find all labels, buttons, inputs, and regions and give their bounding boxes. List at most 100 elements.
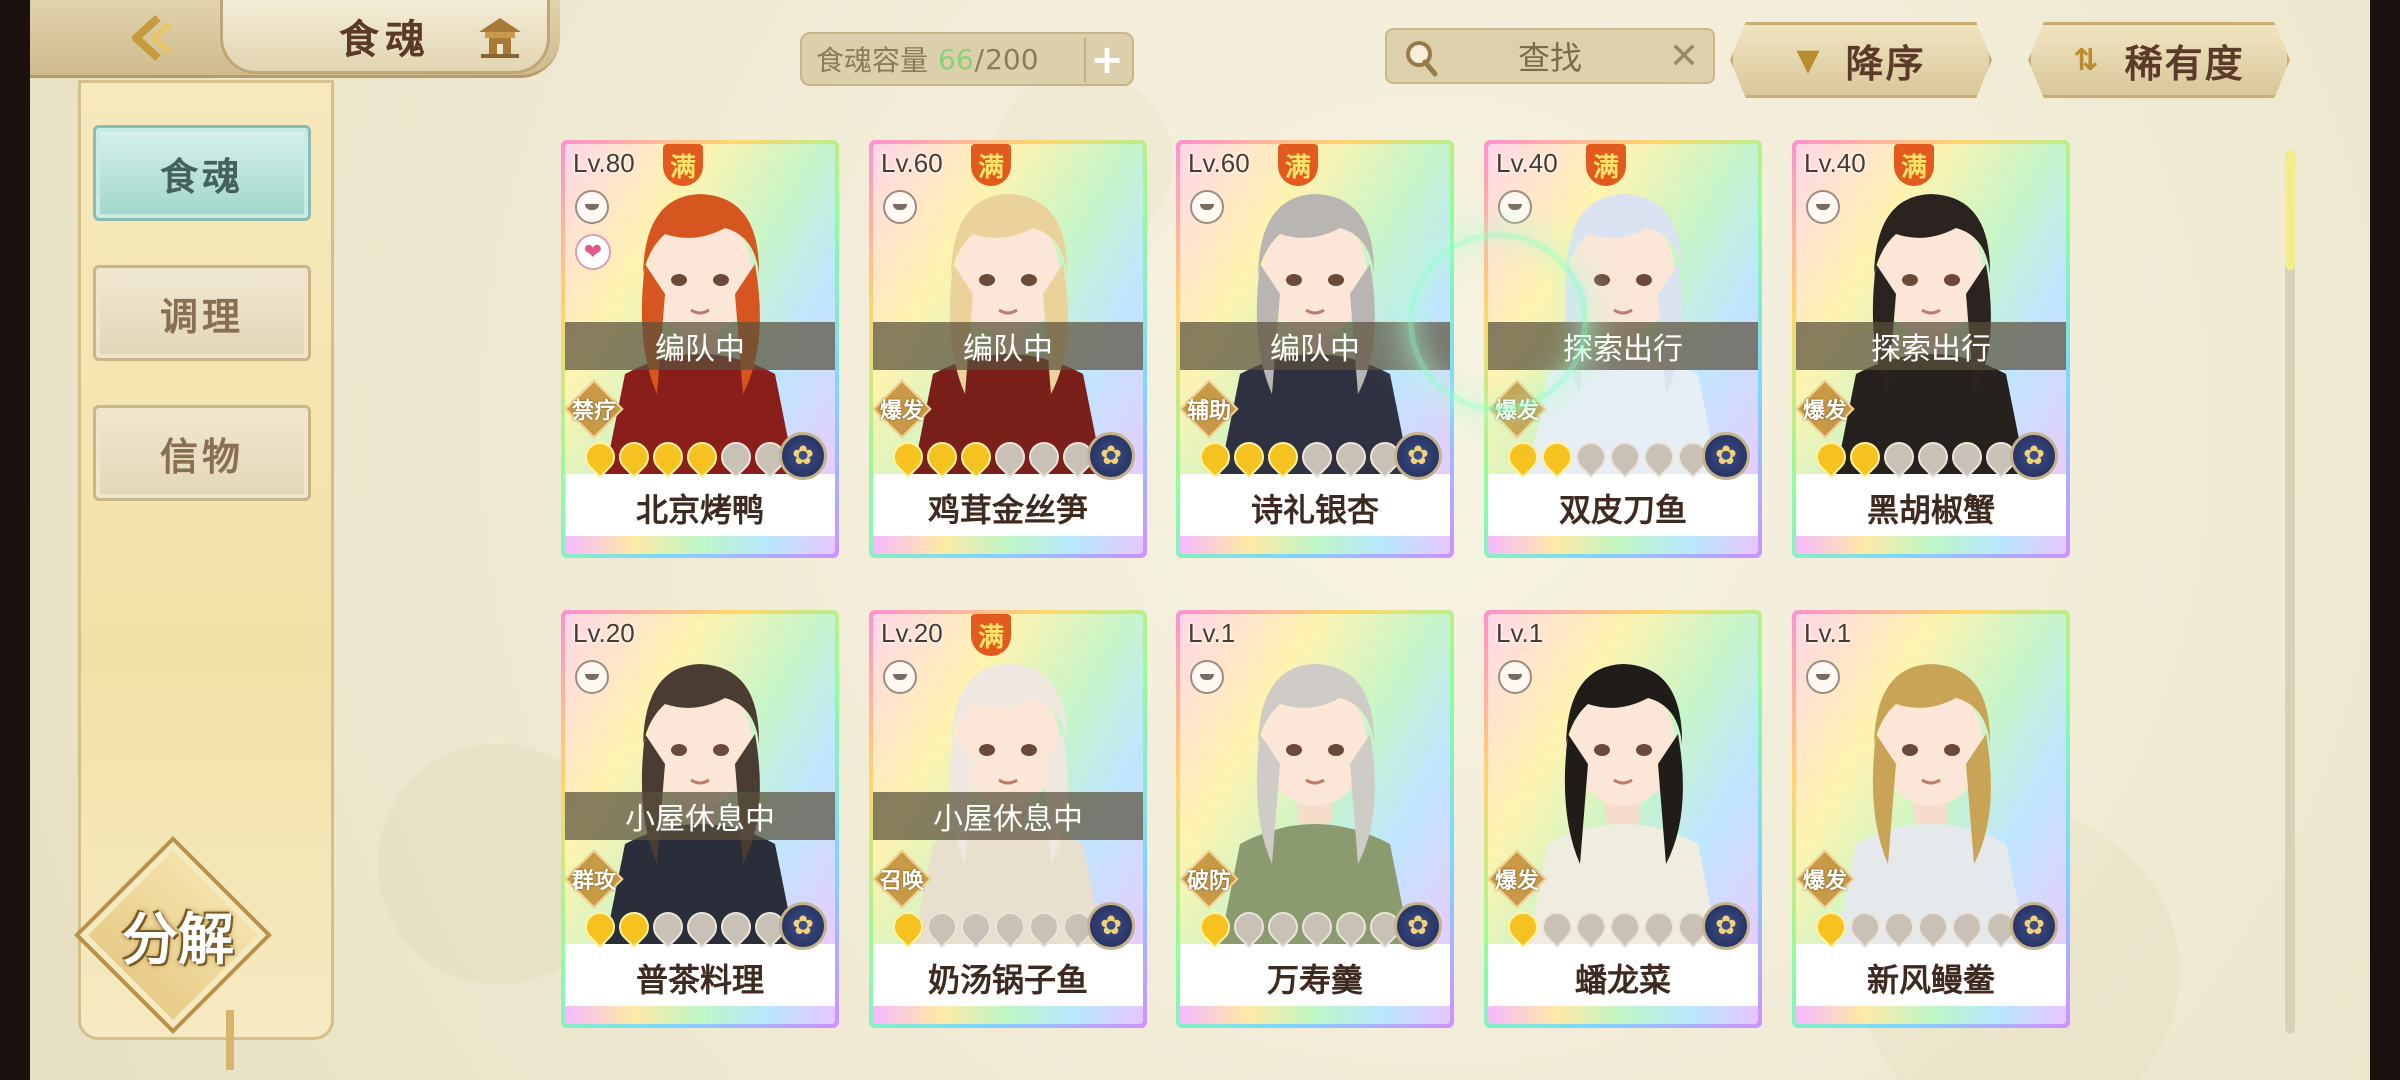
food-soul-card[interactable]: Lv.40 满探索出行 爆发 ✿ 双皮刀鱼 (1484, 140, 1762, 558)
capacity-separator: / (974, 42, 985, 76)
card-inner: Lv.1 爆发 ✿ 蟠龙菜 (1488, 614, 1758, 1024)
tea-cup-icon (1498, 660, 1532, 694)
card-level: Lv.60 (881, 148, 943, 178)
card-name: 蟠龙菜 (1574, 961, 1671, 999)
flame-star-icon (1877, 905, 1921, 949)
flame-star-icon (920, 905, 964, 949)
role-tag-label: 爆发 (1494, 869, 1539, 894)
scrollbar[interactable] (2285, 150, 2295, 1034)
flame-star-icon (886, 905, 930, 949)
role-tag: 爆发 (873, 378, 933, 440)
element-icon: ✿ (779, 432, 827, 480)
status-banner: 探索出行 (1796, 322, 2066, 370)
tea-cup-icon (575, 660, 609, 694)
food-soul-card[interactable]: Lv.20 小屋休息中 群攻 ✿ 普茶料理 (561, 610, 839, 1028)
back-button[interactable] (120, 8, 184, 68)
search-box[interactable]: 查找 ✕ (1385, 28, 1715, 84)
role-tag: 召唤 (873, 848, 933, 910)
tea-cup-icon (1498, 190, 1532, 224)
flame-star-icon (612, 905, 656, 949)
page-title-text: 食魂 (339, 16, 431, 63)
flame-star-icon (1329, 905, 1373, 949)
sort-order-button[interactable]: ▼ 降序 (1730, 22, 1992, 98)
tab-tokens-label: 信物 (159, 434, 244, 479)
rarity-filter-label: 稀有度 (2124, 41, 2245, 86)
scrollbar-thumb[interactable] (2285, 150, 2295, 270)
food-soul-card[interactable]: Lv.80 满 ❤ 编队中 禁疗 ✿ 北京烤鸭 (561, 140, 839, 558)
card-inner: Lv.1 破防 ✿ 万寿羹 (1180, 614, 1450, 1024)
max-level-badge: 满 (1586, 144, 1626, 186)
food-soul-card[interactable]: Lv.60 满编队中 爆发 ✿ 鸡茸金丝笋 (869, 140, 1147, 558)
flame-star-icon (1227, 435, 1271, 479)
card-footer (1796, 1006, 2066, 1024)
flame-star-icon (1022, 905, 1066, 949)
role-tag-label: 爆发 (1494, 399, 1539, 424)
role-tag: 破防 (1180, 848, 1240, 910)
food-soul-card[interactable]: Lv.1 爆发 ✿ 新风鳗鲞 (1792, 610, 2070, 1028)
tea-cup-icon (1806, 660, 1840, 694)
card-name: 北京烤鸭 (635, 491, 764, 529)
game-screen: 食魂 食魂容量 66 / 200 + 查找 ✕ ▼ 降序 ⇅ 稀有度 食魂 调理 (30, 0, 2370, 1080)
flame-star-icon (578, 435, 622, 479)
flame-star-icon (680, 435, 724, 479)
food-soul-card[interactable]: Lv.40 满探索出行 爆发 ✿ 黑胡椒蟹 (1792, 140, 2070, 558)
card-inner: Lv.80 满 ❤ 编队中 禁疗 ✿ 北京烤鸭 (565, 144, 835, 554)
capacity-current: 66 (938, 42, 974, 76)
food-soul-card[interactable]: Lv.1 爆发 ✿ 蟠龙菜 (1484, 610, 1762, 1028)
heart-icon: ❤ (575, 234, 611, 270)
flame-star-icon (714, 435, 758, 479)
star-rating (578, 905, 792, 949)
max-level-badge: 满 (663, 144, 703, 186)
food-soul-card[interactable]: Lv.60 满编队中 辅助 ✿ 诗礼银杏 (1176, 140, 1454, 558)
flame-star-icon (714, 905, 758, 949)
card-footer (1488, 536, 1758, 554)
tab-tokens[interactable]: 信物 (93, 405, 311, 501)
flame-star-icon (1945, 435, 1989, 479)
rarity-filter-button[interactable]: ⇅ 稀有度 (2028, 22, 2290, 98)
role-tag: 群攻 (565, 848, 625, 910)
back-arrow-icon (132, 15, 172, 61)
flame-star-icon (1329, 435, 1373, 479)
status-banner: 编队中 (873, 322, 1143, 370)
role-tag: 爆发 (1488, 378, 1548, 440)
tea-cup-icon (1806, 190, 1840, 224)
star-rating (1501, 905, 1715, 949)
role-tag-label: 爆发 (1802, 869, 1847, 894)
clear-search-button[interactable]: ✕ (1669, 36, 1699, 77)
add-capacity-button[interactable]: + (1084, 37, 1128, 83)
card-inner: Lv.40 满探索出行 爆发 ✿ 黑胡椒蟹 (1796, 144, 2066, 554)
role-tag: 辅助 (1180, 378, 1240, 440)
food-soul-card[interactable]: Lv.20 满小屋休息中 召唤 ✿ 奶汤锅子鱼 (869, 610, 1147, 1028)
max-level-badge: 满 (1894, 144, 1934, 186)
role-tag-label: 召唤 (879, 869, 924, 894)
tab-food-souls[interactable]: 食魂 (93, 125, 311, 221)
flame-star-icon (988, 435, 1032, 479)
tab-cooking[interactable]: 调理 (93, 265, 311, 361)
flame-star-icon (1193, 435, 1237, 479)
status-banner: 编队中 (565, 322, 835, 370)
status-banner: 小屋休息中 (565, 792, 835, 840)
flame-star-icon (1295, 905, 1339, 949)
max-level-badge: 满 (1278, 144, 1318, 186)
role-tag: 爆发 (1488, 848, 1548, 910)
card-footer (1180, 1006, 1450, 1024)
element-icon: ✿ (1394, 432, 1442, 480)
star-rating (578, 435, 792, 479)
flame-star-icon (1843, 905, 1887, 949)
decompose-label[interactable]: 分解 (78, 895, 278, 975)
food-soul-card[interactable]: Lv.1 破防 ✿ 万寿羹 (1176, 610, 1454, 1028)
tea-cup-icon (1190, 190, 1224, 224)
card-level: Lv.1 (1804, 618, 1852, 648)
element-icon: ✿ (1702, 902, 1750, 950)
flame-star-icon (1911, 905, 1955, 949)
card-level: Lv.1 (1496, 618, 1544, 648)
tab-cooking-label: 调理 (159, 294, 244, 339)
card-inner: Lv.60 满编队中 辅助 ✿ 诗礼银杏 (1180, 144, 1450, 554)
card-name: 万寿羹 (1266, 961, 1363, 999)
flame-star-icon (1603, 435, 1647, 479)
card-name: 黑胡椒蟹 (1866, 491, 1995, 529)
card-level: Lv.1 (1188, 618, 1236, 648)
home-icon[interactable] (475, 14, 525, 60)
flame-star-icon (612, 435, 656, 479)
star-rating (1193, 435, 1407, 479)
